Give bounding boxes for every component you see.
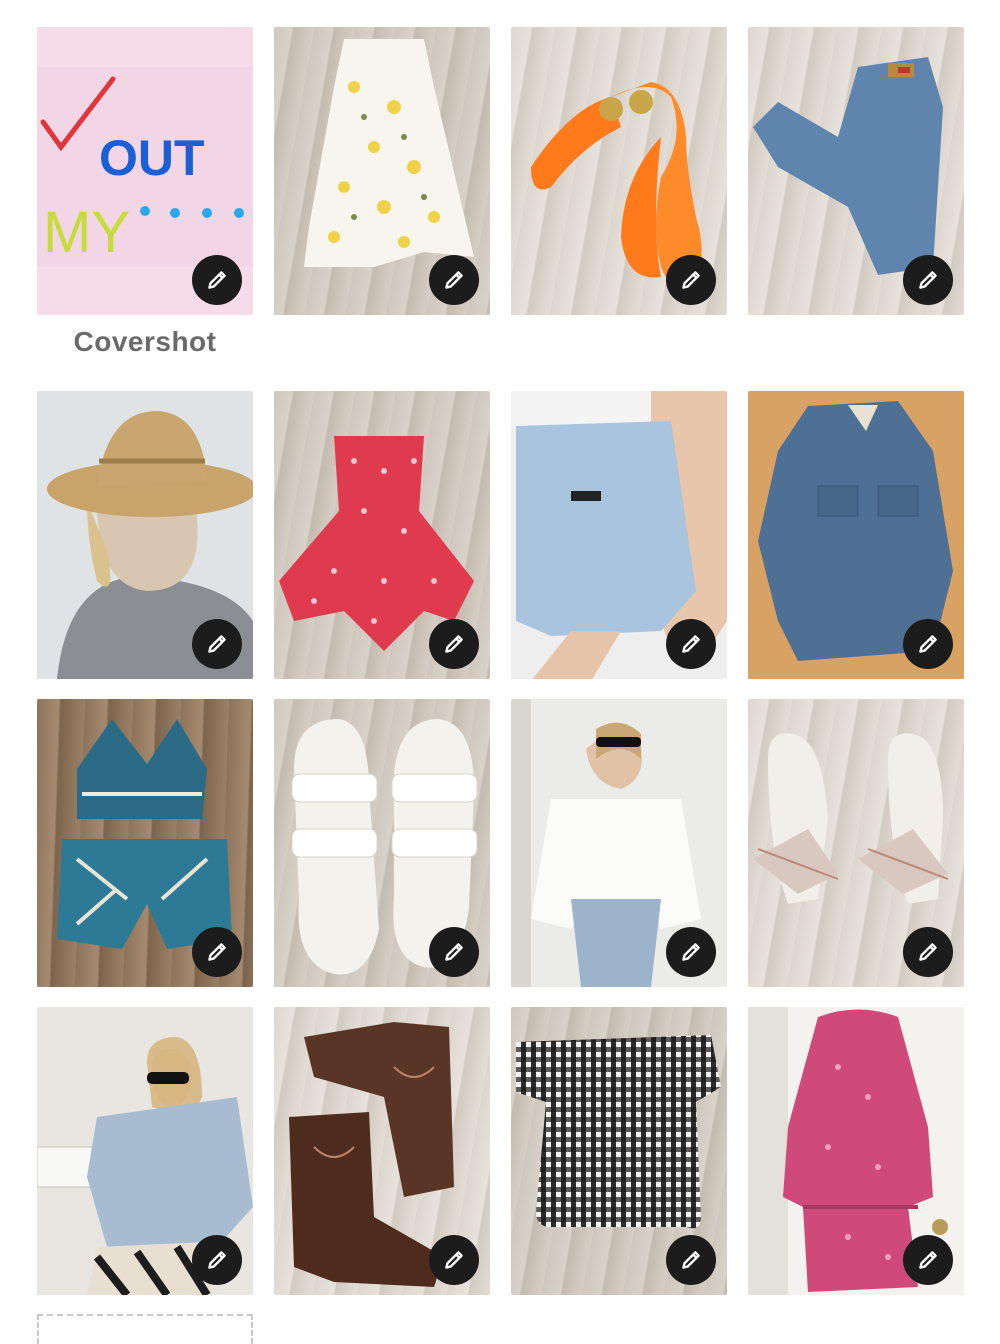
cover-text-out: OUT	[99, 130, 205, 186]
cover-text-my: MY	[43, 200, 130, 265]
edit-white-tie-top-button[interactable]	[666, 927, 716, 977]
tile-crochet-set[interactable]	[37, 699, 253, 987]
tile-pink-dress[interactable]	[748, 1007, 964, 1295]
pencil-icon	[208, 635, 226, 653]
pencil-icon	[682, 635, 700, 653]
edit-bow-heels-button[interactable]	[903, 927, 953, 977]
cover-tile[interactable]: OUT MY	[37, 27, 253, 315]
edit-floral-skirt-button[interactable]	[429, 255, 479, 305]
tile-orange-sandals[interactable]	[511, 27, 727, 315]
edit-denim-jacket-button[interactable]	[192, 1235, 242, 1285]
tile-gingham-top[interactable]	[511, 1007, 727, 1295]
add-photo-slot[interactable]	[37, 1314, 253, 1344]
edit-denim-shorts-button[interactable]	[666, 619, 716, 669]
tile-jeans[interactable]	[748, 27, 964, 315]
edit-white-slides-button[interactable]	[429, 927, 479, 977]
tile-white-slides[interactable]	[274, 699, 490, 987]
pencil-icon	[919, 943, 937, 961]
pencil-icon	[208, 271, 226, 289]
pencil-icon	[445, 1251, 463, 1269]
tile-denim-shirt[interactable]	[748, 391, 964, 679]
edit-straw-hat-button[interactable]	[192, 619, 242, 669]
edit-red-romper-button[interactable]	[429, 619, 479, 669]
tile-cowboy-boots[interactable]	[274, 1007, 490, 1295]
pencil-icon	[208, 943, 226, 961]
pencil-icon	[919, 635, 937, 653]
tile-straw-hat-selfie[interactable]	[37, 391, 253, 679]
tile-white-tie-top[interactable]	[511, 699, 727, 987]
pencil-icon	[682, 943, 700, 961]
pencil-icon	[682, 1251, 700, 1269]
tile-bow-heels[interactable]	[748, 699, 964, 987]
edit-cowboy-boots-button[interactable]	[429, 1235, 479, 1285]
pencil-icon	[445, 635, 463, 653]
edit-crochet-set-button[interactable]	[192, 927, 242, 977]
tile-floral-skirt[interactable]	[274, 27, 490, 315]
pencil-icon	[445, 943, 463, 961]
tile-denim-jacket-selfie[interactable]	[37, 1007, 253, 1295]
pencil-icon	[919, 1251, 937, 1269]
tile-red-romper[interactable]	[274, 391, 490, 679]
pencil-icon	[919, 271, 937, 289]
pencil-icon	[445, 271, 463, 289]
covershot-label: Covershot	[73, 326, 217, 357]
edit-gingham-top-button[interactable]	[666, 1235, 716, 1285]
edit-denim-shirt-button[interactable]	[903, 619, 953, 669]
edit-pink-dress-button[interactable]	[903, 1235, 953, 1285]
edit-jeans-button[interactable]	[903, 255, 953, 305]
edit-cover-button[interactable]	[192, 255, 242, 305]
pencil-icon	[682, 271, 700, 289]
pencil-icon	[208, 1251, 226, 1269]
tile-denim-shorts[interactable]	[511, 391, 727, 679]
edit-orange-sandals-button[interactable]	[666, 255, 716, 305]
